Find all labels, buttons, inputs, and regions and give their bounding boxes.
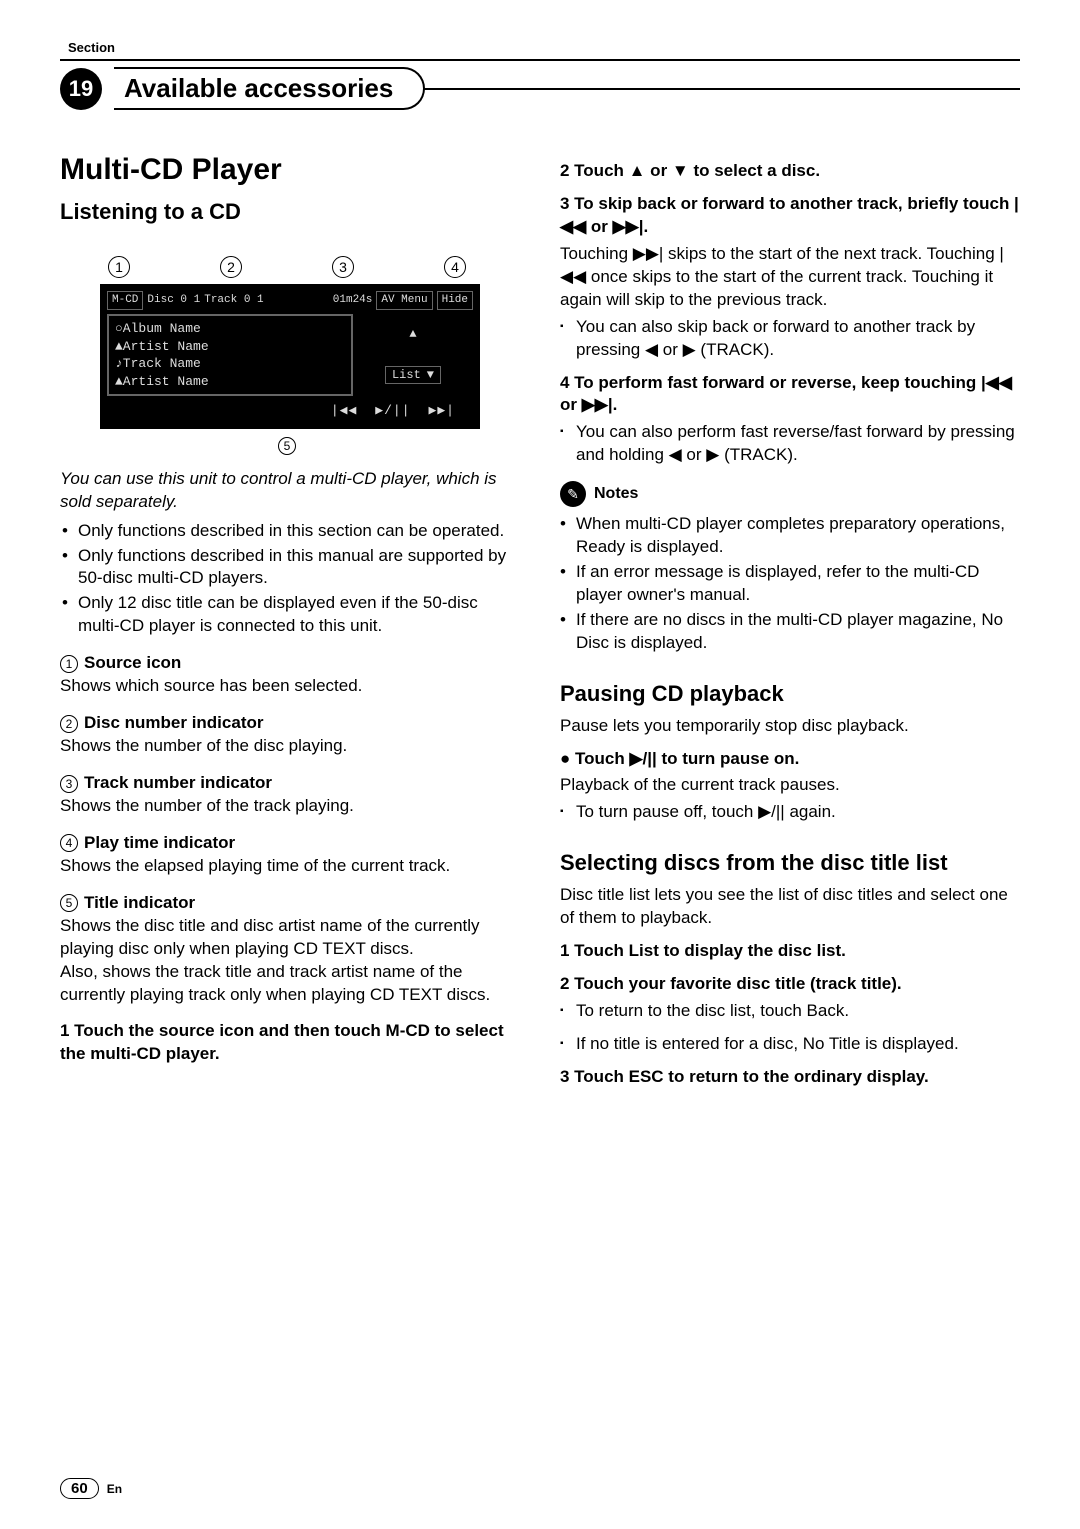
page-title: Multi-CD Player (60, 150, 520, 191)
screen-menu: AV Menu (376, 291, 432, 310)
step-2: 2 Touch ▲ or ▼ to select a disc. (560, 160, 1020, 183)
pause-intro: Pause lets you temporarily stop disc pla… (560, 715, 1020, 738)
step-1: 1 Touch the source icon and then touch M… (60, 1020, 520, 1066)
pause-body: Playback of the current track pauses. (560, 774, 1020, 797)
callout-3: 3 (332, 256, 354, 278)
sel-step-3: 3 Touch ESC to return to the ordinary di… (560, 1066, 1020, 1089)
sel-step-1: 1 Touch List to display the disc list. (560, 940, 1020, 963)
def-3-body: Shows the number of the track playing. (60, 796, 354, 815)
chapter-title: Available accessories (114, 67, 425, 110)
subheading-selecting: Selecting discs from the disc title list (560, 848, 1020, 878)
step-3-lead: 3 To skip back or forward to another tra… (560, 193, 1020, 239)
note-1: When multi-CD player completes preparato… (560, 513, 1020, 559)
def-2: 2 Disc number indicator Shows the number … (60, 712, 520, 758)
def-2-num: 2 (60, 715, 78, 733)
def-4-body: Shows the elapsed playing time of the cu… (60, 856, 450, 875)
notes-list: When multi-CD player completes preparato… (560, 513, 1020, 655)
def-1-num: 1 (60, 655, 78, 673)
note-2: If an error message is displayed, refer … (560, 561, 1020, 607)
subheading-listening: Listening to a CD (60, 197, 520, 227)
def-1: 1 Source icon Shows which source has been… (60, 652, 520, 698)
step-4-sub: You can also perform fast reverse/fast f… (560, 421, 1020, 467)
screen-line-artist1: ▲Artist Name (115, 338, 345, 356)
def-4-num: 4 (60, 834, 78, 852)
screen-hide: Hide (437, 291, 473, 310)
screen-line-track: ♪Track Name (115, 355, 345, 373)
note-3: If there are no discs in the multi-CD pl… (560, 609, 1020, 655)
intro-bullets: Only functions described in this section… (60, 520, 520, 639)
def-1-label: Source icon (84, 653, 181, 672)
def-4-label: Play time indicator (84, 833, 235, 852)
def-5-label: Title indicator (84, 893, 195, 912)
screen-track: Track 0 1 (204, 293, 263, 308)
notes-title: Notes (594, 483, 638, 505)
sel-intro: Disc title list lets you see the list of… (560, 884, 1020, 930)
def-3-num: 3 (60, 775, 78, 793)
right-column: 2 Touch ▲ or ▼ to select a disc. 3 To sk… (560, 150, 1020, 1093)
screen-disc: Disc 0 1 (147, 293, 200, 308)
step-3-sub: You can also skip back or forward to ano… (560, 316, 1020, 362)
def-3: 3 Track number indicator Shows the number… (60, 772, 520, 818)
def-5-num: 5 (60, 894, 78, 912)
step-4-lead: 4 To perform fast forward or reverse, ke… (560, 372, 1020, 418)
def-3-label: Track number indicator (84, 773, 272, 792)
intro-italic: You can use this unit to control a multi… (60, 468, 520, 514)
intro-bullet-2: Only functions described in this manual … (60, 545, 520, 591)
up-icon: ▲ (409, 326, 416, 342)
def-1-body: Shows which source has been selected. (60, 676, 362, 695)
page-language: En (107, 1482, 122, 1496)
def-5-body: Shows the disc title and disc artist nam… (60, 916, 490, 1004)
callout-5: 5 (278, 437, 296, 455)
subheading-pausing: Pausing CD playback (560, 679, 1020, 709)
def-5: 5 Title indicator Shows the disc title an… (60, 892, 520, 1007)
page-footer: 60 En (60, 1478, 122, 1499)
section-label: Section (68, 40, 1020, 55)
pause-sub: To turn pause off, touch ▶/|| again. (560, 801, 1020, 824)
def-2-body: Shows the number of the disc playing. (60, 736, 347, 755)
playpause-icon: ▶/|| (375, 402, 410, 420)
def-2-label: Disc number indicator (84, 713, 263, 732)
chapter-rule (423, 88, 1020, 90)
screen-illustration: 1 2 3 4 M-CD Disc 0 1 Track 0 1 01m24s A… (100, 256, 480, 458)
callout-4: 4 (444, 256, 466, 278)
chapter-header: 19 Available accessories (60, 67, 1020, 110)
def-4: 4 Play time indicator Shows the elapsed p… (60, 832, 520, 878)
sel-step-2: 2 Touch your favorite disc title (track … (560, 973, 1020, 996)
notes-icon: ✎ (560, 481, 586, 507)
screen-source: M-CD (107, 291, 143, 310)
left-column: Multi-CD Player Listening to a CD 1 2 3 … (60, 150, 520, 1093)
page-number: 60 (60, 1478, 99, 1499)
next-icon: ▶▶| (429, 402, 455, 420)
chapter-number-badge: 19 (60, 68, 102, 110)
screen-time: 01m24s (333, 293, 373, 308)
rule-top (60, 59, 1020, 61)
pause-step: ● Touch ▶/|| to turn pause on. (560, 748, 1020, 771)
screen-list-button: List▼ (385, 366, 441, 384)
screen-line-album: ○Album Name (115, 320, 345, 338)
sel-sub-2: If no title is entered for a disc, No Ti… (560, 1033, 1020, 1056)
callout-2: 2 (220, 256, 242, 278)
prev-icon: |◀◀ (331, 402, 357, 420)
intro-bullet-1: Only functions described in this section… (60, 520, 520, 543)
intro-bullet-3: Only 12 disc title can be displayed even… (60, 592, 520, 638)
step-3-body: Touching ▶▶| skips to the start of the n… (560, 243, 1020, 312)
sel-sub-1: To return to the disc list, touch Back. (560, 1000, 1020, 1023)
callout-1: 1 (108, 256, 130, 278)
screen-title-box: ○Album Name ▲Artist Name ♪Track Name ▲Ar… (107, 314, 353, 396)
notes-header: ✎ Notes (560, 481, 1020, 507)
screen-line-artist2: ▲Artist Name (115, 373, 345, 391)
